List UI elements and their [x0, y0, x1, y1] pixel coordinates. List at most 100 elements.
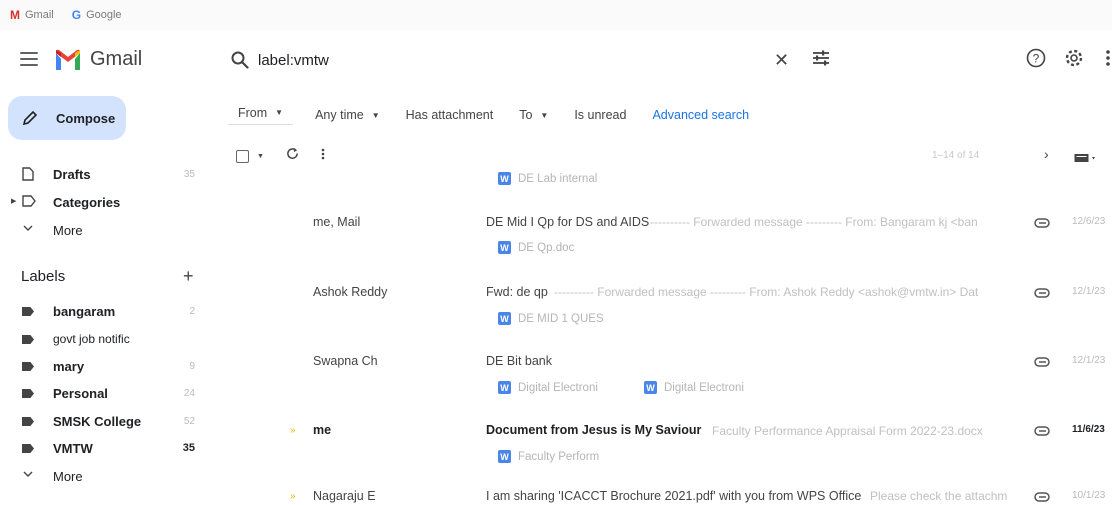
- input-tools-keyboard-icon[interactable]: [1074, 150, 1098, 168]
- email-row[interactable]: me, Mail DE Mid I Qp for DS and AIDS ---…: [228, 206, 1112, 266]
- word-doc-icon: W: [498, 241, 511, 254]
- filter-is-unread[interactable]: Is unread: [574, 108, 626, 122]
- sidebar-labels-more[interactable]: More: [0, 463, 205, 489]
- paperclip-icon: [1034, 354, 1050, 372]
- email-row[interactable]: » Nagaraju E I am sharing 'ICACCT Brochu…: [228, 484, 1112, 505]
- search-input[interactable]: [258, 51, 758, 69]
- filter-has-attachment-label: Has attachment: [405, 108, 494, 122]
- email-row[interactable]: W DE Lab internal: [228, 168, 1112, 190]
- label-count: 2: [189, 305, 195, 317]
- attachment-chip[interactable]: W DE MID 1 QUES: [498, 312, 604, 325]
- next-page-icon[interactable]: ›: [1044, 146, 1049, 162]
- expand-arrow-icon[interactable]: ▶: [11, 197, 16, 205]
- select-all-checkbox[interactable]: [236, 149, 249, 163]
- paperclip-icon: [1034, 489, 1050, 505]
- word-doc-icon: W: [644, 381, 657, 394]
- email-subject: DE Mid I Qp for DS and AIDS: [486, 215, 650, 229]
- filter-to[interactable]: To ▼: [519, 108, 548, 122]
- email-date: 11/6/23: [1072, 424, 1105, 435]
- caret-down-icon: ▼: [275, 108, 284, 117]
- pagination-info: 1–14 of 14: [932, 150, 980, 161]
- attachment-name: DE MID 1 QUES: [518, 312, 604, 325]
- main-menu-icon[interactable]: [20, 52, 38, 66]
- bookmark-gmail[interactable]: M Gmail: [10, 8, 54, 22]
- search-bar[interactable]: ✕: [222, 40, 842, 80]
- more-options-icon[interactable]: [321, 147, 325, 165]
- refresh-icon[interactable]: [286, 147, 299, 165]
- label-count: 52: [183, 415, 195, 427]
- compose-button[interactable]: Compose: [8, 96, 126, 140]
- paperclip-icon: [1034, 285, 1050, 303]
- email-snippet: ---------- Forwarded message --------- F…: [554, 285, 979, 299]
- svg-text:?: ?: [1033, 52, 1040, 66]
- important-marker-icon[interactable]: »: [290, 425, 296, 436]
- label-name: mary: [53, 358, 85, 374]
- email-date: 12/1/23: [1072, 286, 1106, 297]
- clear-search-icon[interactable]: ✕: [774, 50, 789, 71]
- filter-has-attachment[interactable]: Has attachment: [406, 108, 494, 122]
- label-name: VMTW: [53, 440, 93, 456]
- select-dropdown-icon[interactable]: ▼: [257, 153, 264, 160]
- bookmarks-bar: M Gmail G Google: [0, 0, 1112, 30]
- email-subject: Document from Jesus is My Saviour: [486, 423, 702, 437]
- sidebar-label-item[interactable]: SMSK College 52: [0, 408, 205, 434]
- sidebar-item-drafts[interactable]: Drafts 35: [0, 161, 205, 187]
- sidebar-label-item[interactable]: bangaram 2: [0, 298, 205, 324]
- important-marker-icon[interactable]: »: [290, 491, 296, 502]
- attachment-chip[interactable]: W Digital Electroni: [644, 381, 744, 394]
- attachment-chip[interactable]: W Digital Electroni: [498, 381, 598, 394]
- apps-grid-icon[interactable]: [1104, 48, 1112, 73]
- label-name: Personal: [53, 385, 108, 401]
- word-doc-icon: W: [498, 172, 511, 185]
- settings-gear-icon[interactable]: [1064, 48, 1084, 73]
- filter-any-time-label: Any time: [315, 108, 364, 122]
- email-sender: me, Mail: [313, 215, 361, 229]
- paperclip-icon: [1034, 215, 1050, 233]
- search-options-icon[interactable]: [812, 50, 830, 71]
- attachment-chip[interactable]: W Faculty Perform: [498, 450, 599, 463]
- add-label-icon[interactable]: +: [183, 266, 194, 287]
- email-sender: me: [313, 423, 332, 437]
- sidebar-item-more[interactable]: More: [0, 217, 205, 243]
- sidebar-label-item[interactable]: govt job notific: [0, 326, 205, 352]
- word-doc-icon: W: [498, 381, 511, 394]
- drafts-count: 35: [183, 168, 195, 180]
- sidebar-label-item[interactable]: VMTW 35: [0, 435, 205, 461]
- email-date: 12/6/23: [1072, 216, 1106, 227]
- sidebar-label-item[interactable]: mary 9: [0, 353, 205, 379]
- email-snippet: ---------- Forwarded message --------- F…: [650, 215, 978, 229]
- sidebar-labels-more-label: More: [53, 468, 83, 484]
- chevron-down-icon: [22, 222, 34, 237]
- attachment-chip[interactable]: W DE Qp.doc: [498, 241, 574, 254]
- advanced-search-link[interactable]: Advanced search: [652, 108, 749, 122]
- gmail-icon: M: [10, 8, 20, 22]
- bookmark-gmail-label: Gmail: [25, 9, 54, 21]
- filter-from[interactable]: From ▼: [228, 106, 294, 125]
- draft-file-icon: [22, 167, 34, 184]
- label-count: 9: [189, 360, 195, 372]
- label-name: govt job notific: [53, 332, 130, 346]
- email-row[interactable]: » me Document from Jesus is My Saviour F…: [228, 415, 1112, 475]
- email-sender: Nagaraju E: [313, 489, 376, 503]
- bookmark-google[interactable]: G Google: [72, 8, 122, 22]
- attachment-chip[interactable]: W DE Lab internal: [498, 172, 597, 185]
- paperclip-icon: [1034, 423, 1050, 441]
- email-row[interactable]: Ashok Reddy Fwd: de qp ---------- Forwar…: [228, 276, 1112, 336]
- email-subject: I am sharing 'ICACCT Brochure 2021.pdf' …: [486, 489, 862, 503]
- sidebar-item-categories[interactable]: ▶ Categories: [0, 189, 205, 215]
- attachment-name: Digital Electroni: [518, 381, 598, 394]
- filter-any-time[interactable]: Any time ▼: [315, 108, 380, 122]
- label-tag-icon: [22, 389, 34, 398]
- email-snippet: Please check the attachm: [870, 489, 1008, 503]
- email-list: W DE Lab internal me, Mail DE Mid I Qp f…: [228, 168, 1112, 505]
- attachment-name: Digital Electroni: [664, 381, 744, 394]
- email-subject: DE Bit bank: [486, 354, 553, 368]
- caret-down-icon: ▼: [371, 110, 380, 120]
- labels-heading: Labels: [21, 268, 66, 285]
- gmail-logo[interactable]: Gmail: [54, 48, 142, 71]
- app-name: Gmail: [90, 48, 143, 70]
- email-row[interactable]: Swapna Ch DE Bit bank 12/1/23 W Digital …: [228, 346, 1112, 406]
- search-icon[interactable]: [222, 51, 258, 69]
- sidebar-label-item[interactable]: Personal 24: [0, 380, 205, 406]
- help-icon[interactable]: ?: [1026, 48, 1046, 73]
